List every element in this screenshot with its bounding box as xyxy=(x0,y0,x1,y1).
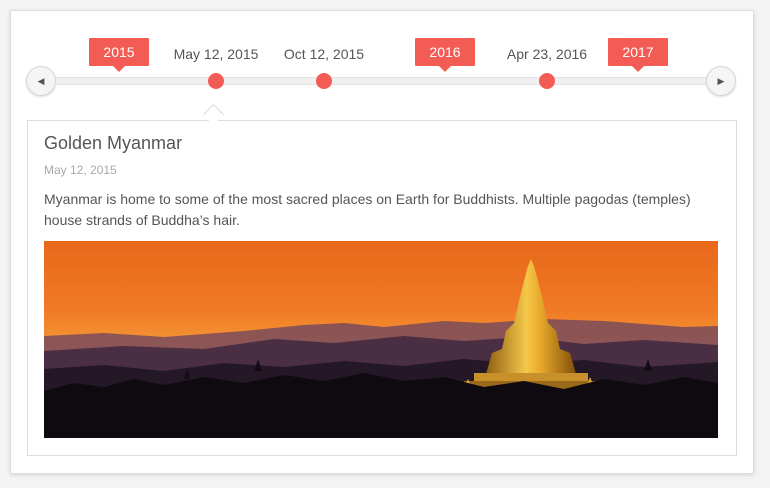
timeline-next-button[interactable]: ▶ xyxy=(706,66,736,96)
event-label-1[interactable]: May 12, 2015 xyxy=(156,46,276,62)
event-dot-3[interactable] xyxy=(539,73,555,89)
event-description: Myanmar is home to some of the most sacr… xyxy=(44,191,691,228)
timeline-track xyxy=(56,77,706,85)
timeline-card: ◀ 2015 May 12, 2015 Oct 12, 2015 2016 Ap… xyxy=(10,10,754,474)
event-detail-panel: Golden Myanmar May 12, 2015 Myanmar is h… xyxy=(27,120,737,456)
timeline-prev-button[interactable]: ◀ xyxy=(26,66,56,96)
event-date: May 12, 2015 xyxy=(44,163,117,177)
event-photo xyxy=(44,241,718,438)
triangle-left-icon: ◀ xyxy=(37,75,45,86)
pagoda-sunset-image xyxy=(44,241,718,438)
triangle-right-icon: ▶ xyxy=(717,75,725,86)
year-badge-2016[interactable]: 2016 xyxy=(415,38,475,72)
event-label-3[interactable]: Apr 23, 2016 xyxy=(487,46,607,62)
event-title: Golden Myanmar xyxy=(44,133,183,153)
event-dot-2[interactable] xyxy=(316,73,332,89)
event-label-2[interactable]: Oct 12, 2015 xyxy=(264,46,384,62)
year-badge-2015[interactable]: 2015 xyxy=(89,38,149,72)
event-dot-1[interactable] xyxy=(208,73,224,89)
year-badge-2017[interactable]: 2017 xyxy=(608,38,668,72)
